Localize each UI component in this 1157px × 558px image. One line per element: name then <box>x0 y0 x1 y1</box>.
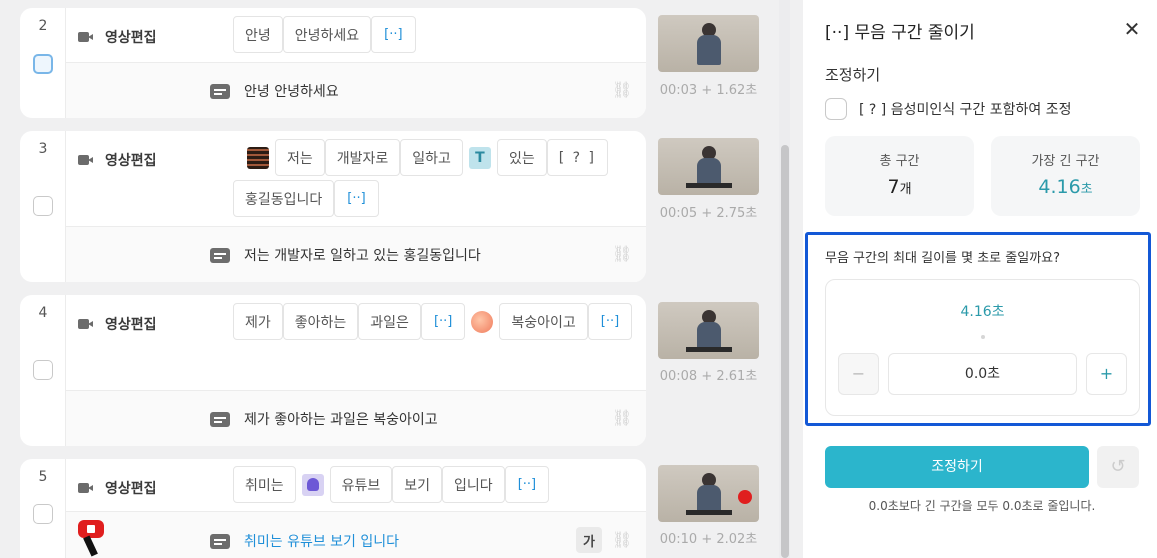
video-camera-icon <box>78 154 93 166</box>
clip-row: 3 영상편집 저는 개발자로 일하고 T 있는 [ ? ] 홍길동입니다 [··… <box>20 131 646 282</box>
clip-list: 2 영상편집 안녕 안녕하세요 [··] 안녕 안녕하세요 ⛓ 00:03 + … <box>0 0 790 558</box>
row-checkbox[interactable] <box>33 196 53 216</box>
code-image-icon <box>247 146 269 169</box>
image-token[interactable] <box>295 466 330 503</box>
subtitle-icon <box>210 83 230 99</box>
row-type: 영상편집 <box>78 150 157 170</box>
row-checkbox[interactable] <box>33 504 53 524</box>
word-token[interactable]: 있는 <box>496 139 547 176</box>
timecode: 00:08 + 2.61초 <box>659 369 758 384</box>
clip-row: 4 영상편집 제가 좋아하는 과일은 [··] 복숭아이고 [··] 제가 좋아… <box>20 295 646 446</box>
subtitle-text[interactable]: 저는 개발자로 일하고 있는 홍길동입니다 <box>210 245 481 265</box>
word-token[interactable]: 복숭아이고 <box>499 303 588 340</box>
silence-token[interactable]: [··] <box>504 466 550 503</box>
hand-bell-icon <box>301 473 324 496</box>
silence-token[interactable]: [··] <box>371 16 416 53</box>
video-thumbnail[interactable] <box>658 15 759 72</box>
slider-value: 4.16초 <box>960 304 1005 320</box>
panel-title: [··] 무음 구간 줄이기 <box>825 23 975 43</box>
word-token[interactable]: 일하고 <box>400 139 463 176</box>
longest-segment-card: 가장 긴 구간 4.16초 <box>991 136 1140 216</box>
peach-icon <box>471 310 494 333</box>
word-token[interactable]: 보기 <box>392 466 443 503</box>
video-thumbnail[interactable] <box>658 302 759 359</box>
word-token[interactable]: 안녕 <box>233 16 283 53</box>
row-checkbox[interactable] <box>33 54 53 74</box>
link-icon[interactable]: ⛓ <box>612 81 632 99</box>
subtitle-icon <box>210 411 230 427</box>
row-number: 2 <box>38 18 48 34</box>
word-token[interactable]: 취미는 <box>233 466 296 503</box>
max-length-question: 무음 구간의 최대 길이를 몇 초로 줄일까요? <box>825 251 1061 266</box>
slider-handle[interactable] <box>981 335 985 339</box>
include-unrecognized-label[interactable]: [ ? ] 음성미인식 구간 포함하여 조정 <box>859 99 1072 119</box>
unrecognized-token[interactable]: [ ? ] <box>546 139 608 176</box>
row-number: 4 <box>38 305 48 321</box>
text-t-icon: T <box>468 146 491 169</box>
youtube-sticker-icon <box>76 520 106 557</box>
word-tokens: 취미는 유튜브 보기 입니다 [··] <box>233 466 550 507</box>
silence-reduction-panel: [··] 무음 구간 줄이기 ✕ 조정하기 [ ? ] 음성미인식 구간 포함하… <box>803 0 1157 558</box>
close-icon[interactable]: ✕ <box>1121 18 1143 40</box>
silence-token[interactable]: [··] <box>334 180 379 217</box>
image-token[interactable]: T <box>462 139 497 176</box>
increase-button[interactable]: + <box>1086 353 1127 395</box>
apply-note: 0.0초보다 긴 구간을 모두 0.0초로 줄입니다. <box>868 499 1096 513</box>
clip-row: 5 영상편집 취미는 유튜브 보기 입니다 [··] 취미는 유튜브 보기 입니… <box>20 459 646 558</box>
image-token[interactable] <box>465 303 500 340</box>
subtitle-text[interactable]: 취미는 유튜브 보기 입니다 <box>210 531 399 551</box>
decrease-button[interactable]: − <box>838 353 879 395</box>
silence-token[interactable]: [··] <box>587 303 633 340</box>
undo-icon[interactable]: ↺ <box>1097 446 1139 488</box>
video-camera-icon <box>78 318 93 330</box>
row-type: 영상편집 <box>78 27 157 47</box>
video-camera-icon <box>78 31 93 43</box>
subtitle-icon <box>210 247 230 263</box>
word-tokens: 제가 좋아하는 과일은 [··] 복숭아이고 [··] <box>233 303 633 344</box>
video-thumbnail[interactable] <box>658 138 759 195</box>
word-token[interactable]: 유튜브 <box>329 466 393 503</box>
row-checkbox[interactable] <box>33 360 53 380</box>
link-icon[interactable]: ⛓ <box>612 531 632 549</box>
video-thumbnail[interactable] <box>658 465 759 522</box>
word-tokens: 안녕 안녕하세요 [··] <box>233 16 416 57</box>
max-length-control: 4.16초 − 0.0초 + <box>825 279 1140 416</box>
scrollbar-thumb[interactable] <box>781 145 789 558</box>
clip-row: 2 영상편집 안녕 안녕하세요 [··] 안녕 안녕하세요 ⛓ <box>20 8 646 118</box>
max-length-input[interactable]: 0.0초 <box>888 353 1077 395</box>
word-token[interactable]: 안녕하세요 <box>282 16 372 53</box>
section-label: 조정하기 <box>825 66 881 84</box>
include-unrecognized-checkbox[interactable] <box>825 98 847 120</box>
word-token[interactable]: 과일은 <box>358 303 421 340</box>
row-type: 영상편집 <box>78 314 157 334</box>
word-token[interactable]: 좋아하는 <box>282 303 359 340</box>
image-token[interactable] <box>241 139 275 176</box>
word-token[interactable]: 입니다 <box>442 466 505 503</box>
timecode: 00:05 + 2.75초 <box>659 206 758 221</box>
total-segments-card: 총 구간 7개 <box>825 136 974 216</box>
font-style-button[interactable]: 가 <box>576 527 602 553</box>
link-icon[interactable]: ⛓ <box>612 245 632 263</box>
word-token[interactable]: 홍길동입니다 <box>233 180 335 217</box>
subtitle-icon <box>210 533 230 549</box>
row-type: 영상편집 <box>78 478 157 498</box>
silence-token[interactable]: [··] <box>420 303 466 340</box>
youtube-play-icon <box>738 490 752 504</box>
timecode: 00:10 + 2.02초 <box>659 532 758 547</box>
subtitle-text[interactable]: 제가 좋아하는 과일은 복숭아이고 <box>210 409 438 429</box>
word-tokens: 저는 개발자로 일하고 T 있는 [ ? ] 홍길동입니다 [··] <box>233 139 641 221</box>
timecode: 00:03 + 1.62초 <box>659 83 758 98</box>
video-camera-icon <box>78 482 93 494</box>
subtitle-text[interactable]: 안녕 안녕하세요 <box>210 81 339 101</box>
row-number: 3 <box>38 141 48 157</box>
word-token[interactable]: 개발자로 <box>324 139 401 176</box>
apply-button[interactable]: 조정하기 <box>825 446 1089 488</box>
word-token[interactable]: 제가 <box>233 303 283 340</box>
word-token[interactable]: 저는 <box>275 139 325 176</box>
row-number: 5 <box>38 469 48 485</box>
link-icon[interactable]: ⛓ <box>612 409 632 427</box>
